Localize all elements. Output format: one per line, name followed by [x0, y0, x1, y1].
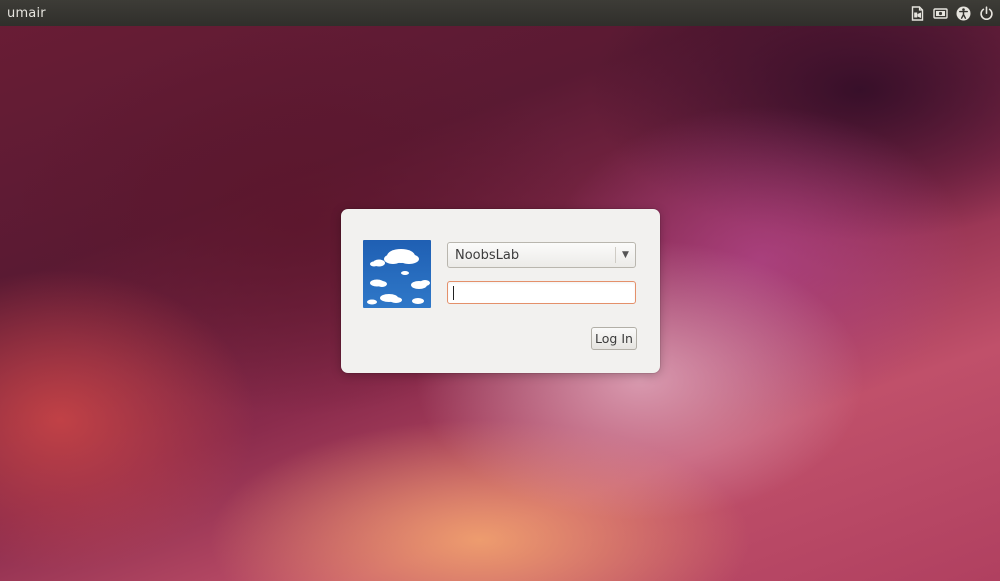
- user-avatar-clouds-image: [363, 240, 431, 308]
- text-cursor: [453, 286, 454, 300]
- login-dialog: NoobsLab ▼ Log In: [341, 209, 660, 373]
- keyboard-layout-icon[interactable]: [910, 5, 925, 21]
- user-avatar: [363, 240, 431, 308]
- chevron-down-icon: ▼: [622, 250, 629, 260]
- session-icon[interactable]: [933, 6, 948, 21]
- selected-user-label: NoobsLab: [455, 247, 520, 263]
- login-button[interactable]: Log In: [591, 327, 637, 350]
- hostname-label: umair: [7, 5, 46, 21]
- panel-indicators: [910, 5, 994, 21]
- top-panel: umair: [0, 0, 1000, 26]
- login-screen: umair NoobsLab ▼ Log In: [0, 0, 1000, 581]
- user-select-dropdown[interactable]: NoobsLab ▼: [447, 242, 636, 268]
- power-icon[interactable]: [979, 5, 994, 21]
- password-field[interactable]: [447, 281, 636, 304]
- accessibility-icon[interactable]: [956, 6, 971, 21]
